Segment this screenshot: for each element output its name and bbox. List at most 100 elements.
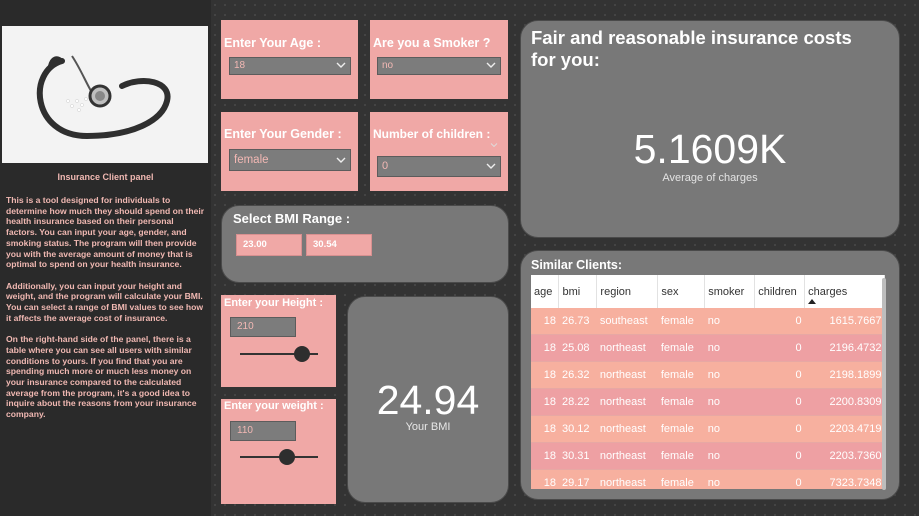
height-slider-thumb[interactable]	[294, 346, 311, 362]
average-charges-value: 5.1609K	[633, 126, 787, 172]
cell-sex: female	[657, 388, 705, 416]
cell-sex: female	[657, 361, 705, 389]
cell-children: 0	[754, 308, 805, 335]
column-header-children[interactable]: children	[754, 275, 806, 308]
cell-region: northeast	[596, 469, 658, 489]
cell-region: northeast	[596, 415, 658, 443]
charges-header-label: charges	[808, 285, 848, 298]
cell-children: 0	[754, 469, 805, 489]
cell-smoker: no	[704, 361, 755, 389]
cell-charges: 1615.7667	[804, 308, 885, 335]
weight-slider-thumb[interactable]	[278, 449, 295, 465]
cell-charges: 2198.1899	[804, 361, 885, 389]
cell-children: 0	[754, 388, 805, 416]
panel-title: Insurance Client panel	[57, 172, 154, 182]
height-input[interactable]: 210	[230, 317, 296, 337]
column-header-smoker[interactable]: smoker	[704, 275, 756, 308]
cell-sex: female	[657, 334, 705, 362]
insurance-title: Fair and reasonable insurance costs for …	[531, 27, 852, 70]
cell-age: 18	[531, 469, 559, 489]
gender-dropdown[interactable]: female	[229, 149, 351, 171]
table-row[interactable]: 18 28.22 northeast female no 0 2200.8309	[531, 388, 885, 416]
bmi-caption: Your BMI	[405, 421, 451, 433]
age-label: Enter Your Age :	[224, 36, 322, 50]
age-dropdown[interactable]: 18	[229, 57, 351, 75]
cell-age: 18	[531, 361, 559, 389]
cell-children: 0	[754, 415, 805, 443]
panel-description: This is a tool designed for individuals …	[6, 195, 206, 430]
gender-value: female	[234, 154, 269, 166]
column-header-sex[interactable]: sex	[657, 275, 706, 308]
cell-charges: 2196.4732	[804, 334, 885, 362]
bmi-range-card: Select BMI Range : 23.00 30.54	[221, 205, 509, 283]
cell-bmi: 30.31	[558, 442, 597, 470]
table-row[interactable]: 18 30.12 northeast female no 0 2203.4719	[531, 415, 885, 443]
column-header-region[interactable]: region	[596, 275, 659, 308]
cell-smoker: no	[704, 308, 755, 335]
table-scrollbar[interactable]	[882, 278, 886, 490]
children-label: Number of children :	[373, 127, 491, 141]
cell-bmi: 25.08	[558, 334, 597, 362]
description-paragraph: On the right-hand side of the panel, the…	[6, 334, 197, 420]
column-header-age[interactable]: age	[531, 275, 560, 308]
cell-age: 18	[531, 308, 559, 335]
stethoscope-image	[2, 26, 208, 163]
cell-sex: female	[657, 308, 705, 335]
chevron-down-icon	[336, 157, 346, 163]
column-header-bmi[interactable]: bmi	[558, 275, 598, 308]
chevron-down-icon	[336, 62, 346, 68]
cell-charges: 7323.7348	[804, 469, 885, 489]
table-row[interactable]: 18 26.73 southeast female no 0 1615.7667	[531, 308, 885, 335]
cell-region: northeast	[596, 361, 658, 389]
cell-bmi: 28.22	[558, 388, 597, 416]
cell-children: 0	[754, 442, 805, 470]
bmi-min-input[interactable]: 23.00	[236, 234, 302, 256]
average-charges-label: Average of charges	[662, 172, 758, 184]
column-header-charges[interactable]: charges	[804, 275, 885, 308]
cell-sex: female	[657, 442, 705, 470]
smoker-label: Are you a Smoker ?	[373, 36, 491, 50]
table-row[interactable]: 18 26.32 northeast female no 0 2198.1899	[531, 361, 885, 389]
cell-smoker: no	[704, 334, 755, 362]
cell-age: 18	[531, 334, 559, 362]
weight-card: Enter your weight : 110	[221, 399, 336, 504]
cell-region: northeast	[596, 442, 658, 470]
cell-smoker: no	[704, 469, 755, 489]
cell-age: 18	[531, 388, 559, 416]
table-row[interactable]: 18 25.08 northeast female no 0 2196.4732	[531, 334, 885, 362]
cell-charges: 2200.8309	[804, 388, 885, 416]
cell-region: northeast	[596, 388, 658, 416]
description-paragraph: This is a tool designed for individuals …	[6, 195, 205, 270]
children-dropdown[interactable]: 0	[377, 156, 501, 177]
chevron-down-icon	[486, 62, 496, 68]
weight-input[interactable]: 110	[230, 421, 296, 441]
age-value: 18	[234, 60, 246, 71]
height-card: Enter your Height : 210	[221, 295, 336, 387]
children-filter: Number of children : 0	[370, 112, 508, 191]
gender-filter: Enter Your Gender : female	[221, 112, 358, 191]
chevron-down-icon	[490, 143, 498, 148]
cell-bmi: 26.32	[558, 361, 597, 389]
bmi-result-card: 24.94 Your BMI	[347, 296, 509, 503]
cell-bmi: 29.17	[558, 469, 597, 489]
cell-bmi: 26.73	[558, 308, 597, 335]
cell-smoker: no	[704, 388, 755, 416]
smoker-dropdown[interactable]: no	[377, 57, 501, 75]
gender-label: Enter Your Gender :	[224, 127, 342, 141]
cell-smoker: no	[704, 415, 755, 443]
bmi-range-label: Select BMI Range :	[233, 211, 351, 226]
bmi-max-input[interactable]: 30.54	[306, 234, 372, 256]
weight-label: Enter your weight :	[224, 400, 324, 412]
cell-age: 18	[531, 442, 559, 470]
age-filter: Enter Your Age : 18	[221, 20, 358, 99]
cell-smoker: no	[704, 442, 755, 470]
smoker-value: no	[382, 60, 394, 71]
cell-children: 0	[754, 334, 805, 362]
insurance-card: Fair and reasonable insurance costs for …	[520, 20, 900, 238]
cell-bmi: 30.12	[558, 415, 597, 443]
cell-region: southeast	[596, 308, 658, 335]
table-header-row: age bmi region sex smoker children charg…	[531, 275, 885, 308]
table-row[interactable]: 18 29.17 northeast female no 0 7323.7348	[531, 469, 885, 489]
table-row[interactable]: 18 30.31 northeast female no 0 2203.7360	[531, 442, 885, 470]
cell-sex: female	[657, 469, 705, 489]
